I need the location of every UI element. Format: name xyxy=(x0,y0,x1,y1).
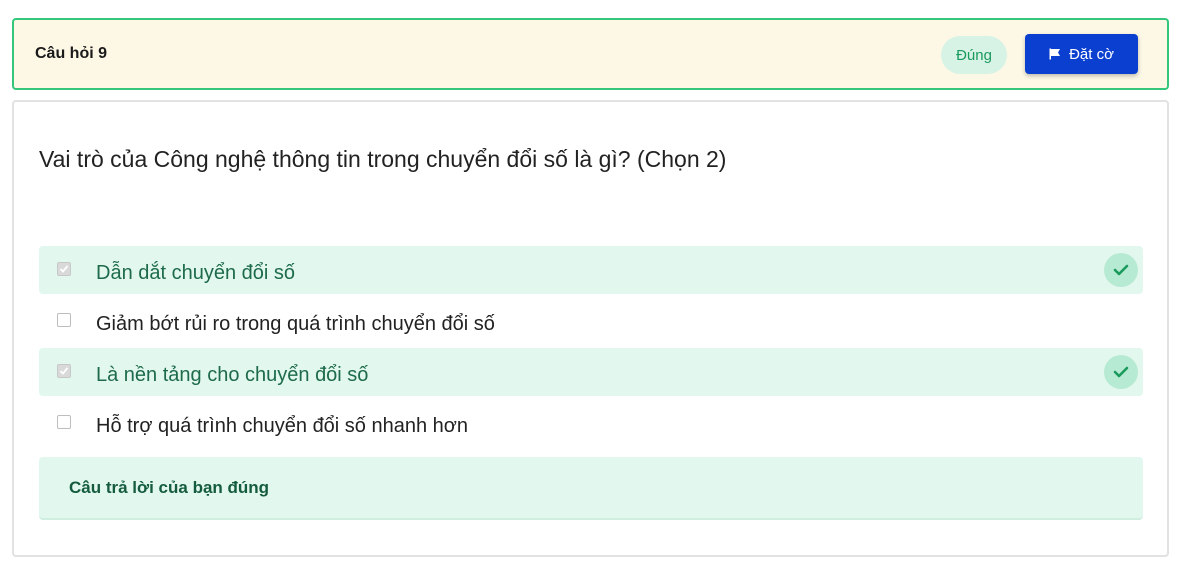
answer-label: Là nền tảng cho chuyển đổi số xyxy=(96,364,369,386)
answer-label: Dẫn dắt chuyển đổi số xyxy=(96,262,296,284)
answer-checkbox[interactable] xyxy=(57,364,71,378)
question-text: Vai trò của Công nghệ thông tin trong ch… xyxy=(39,146,727,172)
answer-checkbox[interactable] xyxy=(57,313,71,327)
flag-button-label: Đặt cờ xyxy=(1069,45,1114,63)
answer-option[interactable]: Hỗ trợ quá trình chuyển đổi số nhanh hơn xyxy=(39,399,1143,447)
feedback-box: Câu trả lời của bạn đúng xyxy=(39,457,1143,520)
answer-option[interactable]: Là nền tảng cho chuyển đổi số xyxy=(39,348,1143,396)
feedback-text: Câu trả lời của bạn đúng xyxy=(69,478,270,497)
check-icon xyxy=(1104,253,1138,287)
flag-question-button[interactable]: Đặt cờ xyxy=(1025,34,1138,74)
check-icon xyxy=(1104,355,1138,389)
answer-checkbox[interactable] xyxy=(57,415,71,429)
answer-option[interactable]: Dẫn dắt chuyển đổi số xyxy=(39,246,1143,294)
question-header: Câu hỏi 9 Đúng Đặt cờ xyxy=(12,18,1169,90)
answer-option[interactable]: Giảm bớt rủi ro trong quá trình chuyển đ… xyxy=(39,297,1143,345)
status-badge: Đúng xyxy=(941,36,1007,74)
question-number: Câu hỏi 9 xyxy=(35,45,108,62)
flag-icon xyxy=(1049,48,1061,60)
answer-label: Giảm bớt rủi ro trong quá trình chuyển đ… xyxy=(96,313,495,335)
question-card: Vai trò của Công nghệ thông tin trong ch… xyxy=(12,100,1169,557)
answer-checkbox[interactable] xyxy=(57,262,71,276)
answer-label: Hỗ trợ quá trình chuyển đổi số nhanh hơn xyxy=(96,415,469,437)
